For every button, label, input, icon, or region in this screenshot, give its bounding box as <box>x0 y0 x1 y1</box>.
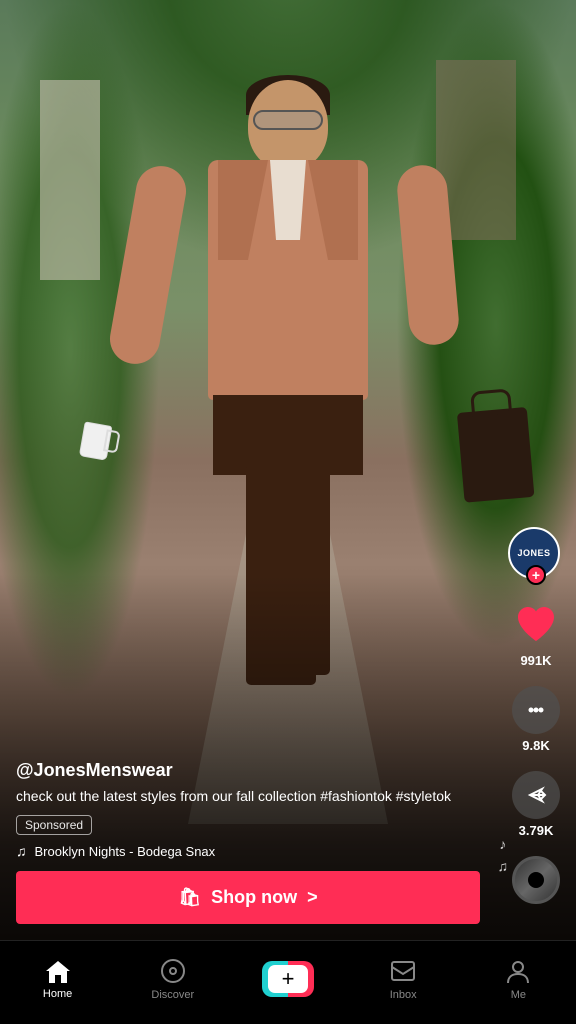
avatar-brand-text: JONES <box>517 548 550 559</box>
home-icon <box>44 958 72 984</box>
nav-item-home[interactable]: Home <box>0 958 115 1000</box>
create-plus-symbol: + <box>282 968 295 990</box>
inbox-label: Inbox <box>390 989 417 1001</box>
shop-now-label: Shop now <box>211 887 297 908</box>
music-disc-center <box>528 872 544 888</box>
avatar-follow-button[interactable]: + <box>526 565 546 585</box>
comment-icon <box>522 696 550 724</box>
music-note-icon: ♫ <box>16 843 27 859</box>
comment-count: 9.8K <box>522 738 549 753</box>
music-text: Brooklyn Nights - Bodega Snax <box>35 844 216 859</box>
discover-icon <box>159 957 187 985</box>
discover-label: Discover <box>151 989 194 1001</box>
shop-bag-icon: 🛍 <box>178 887 201 908</box>
nav-item-create[interactable]: + <box>230 961 345 997</box>
sponsored-badge: Sponsored <box>16 815 92 835</box>
me-label: Me <box>511 989 526 1001</box>
like-count: 991K <box>520 653 551 668</box>
right-sidebar: JONES + 991K 9.8K <box>508 527 564 904</box>
comment-action[interactable]: 9.8K <box>512 686 560 753</box>
like-action[interactable]: 991K <box>512 601 560 668</box>
share-action[interactable]: 3.79K <box>512 771 560 838</box>
comment-button[interactable] <box>512 686 560 734</box>
share-icon <box>522 781 550 809</box>
share-count: 3.79K <box>519 823 554 838</box>
music-note-2: ♫ <box>498 858 509 874</box>
share-button[interactable] <box>512 771 560 819</box>
home-label: Home <box>43 988 72 1000</box>
building-left <box>40 80 100 280</box>
heart-icon <box>514 605 558 645</box>
shop-now-arrow: > <box>307 887 318 908</box>
like-button[interactable] <box>512 601 560 649</box>
me-icon <box>504 957 532 985</box>
content-area: @JonesMenswear check out the latest styl… <box>0 760 496 924</box>
bottom-navigation: Home Discover + Inbox Me <box>0 940 576 1024</box>
floating-music-notes: ♪ ♫ <box>498 836 509 874</box>
create-button[interactable]: + <box>262 961 314 997</box>
music-info-row: ♫ Brooklyn Nights - Bodega Snax <box>16 843 480 859</box>
username[interactable]: @JonesMenswear <box>16 760 480 781</box>
description: check out the latest styles from our fal… <box>16 787 480 807</box>
nav-item-discover[interactable]: Discover <box>115 957 230 1001</box>
music-note-1: ♪ <box>499 836 506 852</box>
avatar-container[interactable]: JONES + <box>508 527 564 579</box>
create-btn-center: + <box>268 965 308 993</box>
music-disc[interactable] <box>512 856 560 904</box>
nav-item-me[interactable]: Me <box>461 957 576 1001</box>
shop-now-button[interactable]: 🛍 Shop now > <box>16 871 480 924</box>
nav-item-inbox[interactable]: Inbox <box>346 957 461 1001</box>
inbox-icon <box>389 957 417 985</box>
